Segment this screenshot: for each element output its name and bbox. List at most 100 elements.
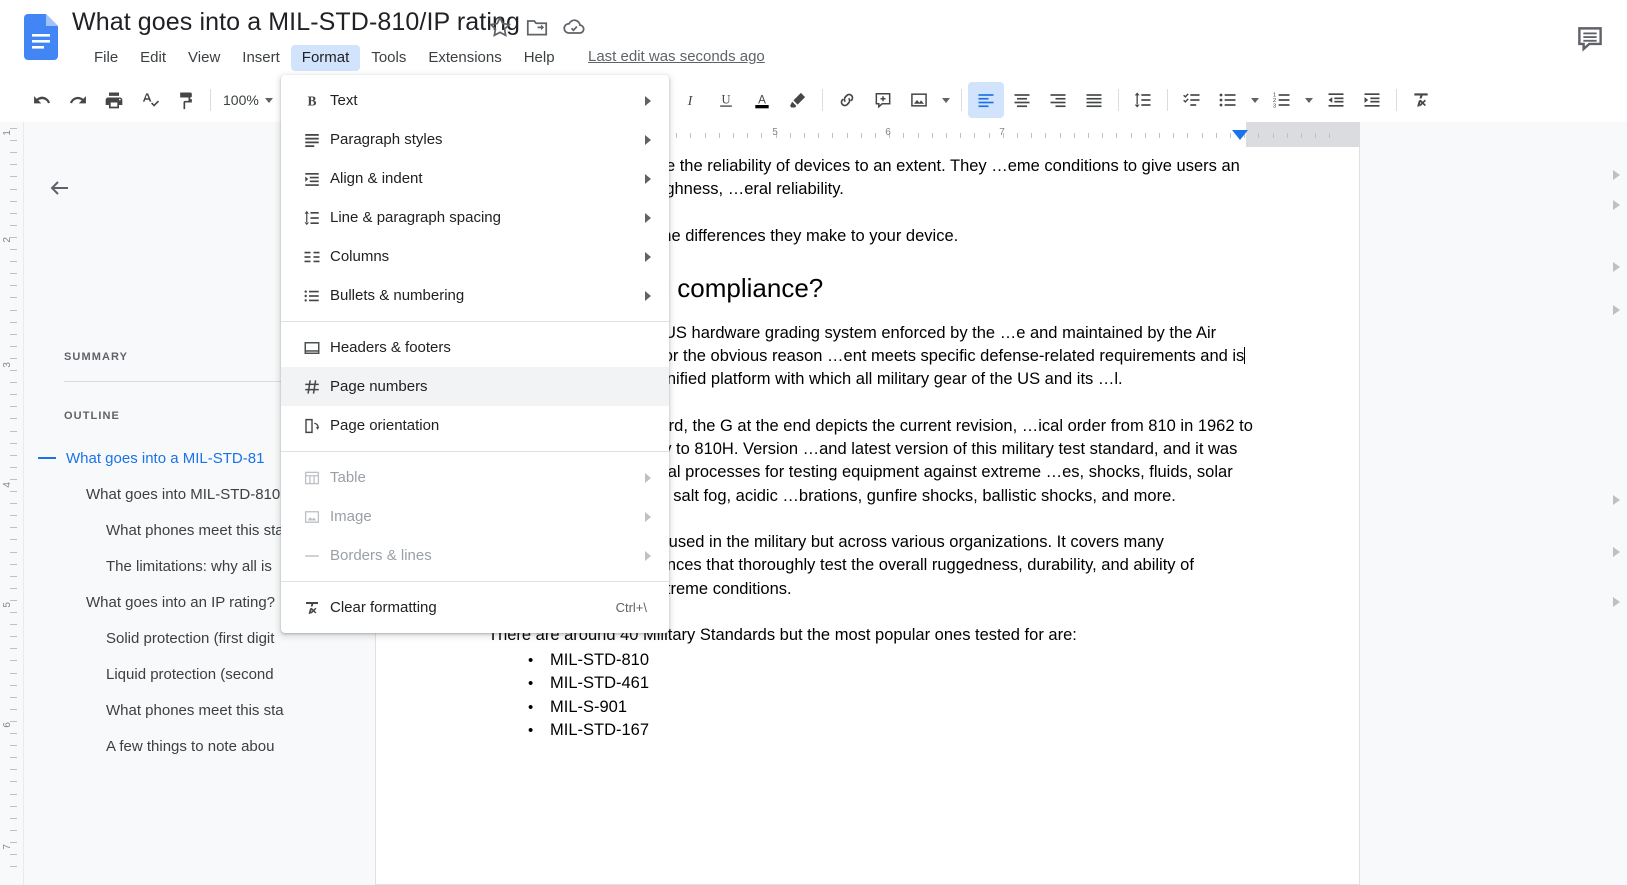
vruler-num-6: 6 [2,722,13,728]
outline-heading: OUTLINE [64,410,120,422]
checklist-button[interactable] [1174,82,1210,118]
menu-insert[interactable]: Insert [231,45,291,71]
comment-marker-icon[interactable] [1613,262,1620,272]
clear-formatting-icon [299,595,325,621]
insert-link-button[interactable] [829,82,865,118]
star-icon[interactable] [487,14,513,40]
menu-format[interactable]: Format [290,45,361,71]
line-spacing-icon [299,205,325,231]
borders-lines-icon [299,543,325,569]
menu-tools[interactable]: Tools [360,45,417,71]
outline-item-label: Liquid protection (second [106,665,274,683]
chevron-right-icon [645,550,651,561]
zoom-level-select[interactable]: 100% [217,85,279,115]
menu-edit[interactable]: Edit [129,45,177,71]
align-justify-button[interactable] [1076,82,1112,118]
toolbar-divider-3 [821,89,823,111]
page-numbers-icon [299,374,325,400]
comment-marker-icon[interactable] [1613,495,1620,505]
toolbar-divider [210,89,211,111]
add-comment-button[interactable] [865,82,901,118]
close-outline-icon[interactable] [42,170,78,206]
menu-item-text[interactable]: B Text [281,81,669,120]
zoom-level-value: 100% [223,92,259,108]
svg-text:B: B [307,93,316,108]
align-right-button[interactable] [1040,82,1076,118]
clear-formatting-button[interactable] [1403,82,1439,118]
menu-item-line-paragraph-spacing[interactable]: Line & paragraph spacing [281,198,669,237]
vruler-num-1: 1 [2,130,13,136]
last-edit-status[interactable]: Last edit was seconds ago [588,48,765,65]
cloud-saved-icon[interactable] [561,14,587,40]
chevron-right-icon [645,511,651,522]
comment-history-icon[interactable] [1573,22,1607,56]
underline-button[interactable]: U [708,82,744,118]
outline-item-8[interactable]: A few things to note abou [24,728,375,764]
bulleted-list-button[interactable] [1210,82,1246,118]
menu-item-borders-lines: Borders & lines [281,536,669,575]
numbered-list-dropdown-icon[interactable] [1300,82,1318,118]
toolbar-divider-5 [1117,89,1119,111]
menu-view[interactable]: View [177,45,231,71]
hruler-num-7: 7 [999,127,1005,138]
outline-item-7[interactable]: What phones meet this sta [24,692,375,728]
bullets-numbering-icon [299,283,325,309]
right-indent-marker[interactable] [1232,130,1248,140]
toolbar-divider-7 [1395,89,1397,111]
menu-extensions[interactable]: Extensions [417,45,512,71]
spellcheck-button[interactable] [132,82,168,118]
insert-image-dropdown-icon[interactable] [937,82,955,118]
menu-item-page-numbers[interactable]: Page numbers [281,367,669,406]
print-button[interactable] [96,82,132,118]
workspace: 1 2 3 4 5 6 7 SUMMARY OUTLINE What goes … [0,122,1627,885]
outline-item-6[interactable]: Liquid protection (second [24,656,375,692]
numbered-list-button[interactable]: 123 [1264,82,1300,118]
menu-bar: File Edit View Insert Format Tools Exten… [83,45,566,71]
comment-marker-icon[interactable] [1613,170,1620,180]
svg-text:3: 3 [1273,104,1276,110]
menu-item-align-indent[interactable]: Align & indent [281,159,669,198]
list-item: MIL-S-901 [488,696,1258,720]
image-icon [299,504,325,530]
comment-marker-icon[interactable] [1613,597,1620,607]
highlight-color-button[interactable] [780,82,816,118]
comment-marker-icon[interactable] [1613,547,1620,557]
format-menu-dropdown: B Text Paragraph styles Align & indent L… [281,75,669,633]
line-spacing-button[interactable] [1125,82,1161,118]
chevron-right-icon [645,95,651,106]
italic-button[interactable]: I [672,82,708,118]
menu-help[interactable]: Help [513,45,566,71]
outline-selected-marker [38,457,56,459]
redo-button[interactable] [60,82,96,118]
menu-item-page-orientation[interactable]: Page orientation [281,406,669,445]
list-item: MIL-STD-810 [488,649,1258,673]
insert-image-button[interactable] [901,82,937,118]
decrease-indent-button[interactable] [1318,82,1354,118]
chevron-right-icon [645,251,651,262]
paint-format-button[interactable] [168,82,204,118]
document-title[interactable]: What goes into a MIL-STD-810/IP rating [72,8,520,37]
text-color-button[interactable]: A [744,82,780,118]
align-left-button[interactable] [967,82,1004,118]
menu-item-headers-footers[interactable]: Headers & footers [281,328,669,367]
comment-marker-icon[interactable] [1613,200,1620,210]
svg-text:U: U [721,92,730,106]
bulleted-list-dropdown-icon[interactable] [1246,82,1264,118]
toolbar-divider-6 [1166,89,1168,111]
summary-heading: SUMMARY [64,351,129,363]
menu-item-clear-formatting[interactable]: Clear formatting Ctrl+\ [281,588,669,627]
increase-indent-button[interactable] [1354,82,1390,118]
align-center-button[interactable] [1004,82,1040,118]
ruler-right-margin [1246,122,1360,147]
undo-button[interactable] [24,82,60,118]
chevron-right-icon [645,212,651,223]
move-to-folder-icon[interactable] [524,14,550,40]
outline-item-label: What phones meet this sta [106,701,284,719]
menu-file[interactable]: File [83,45,129,71]
menu-item-columns[interactable]: Columns [281,237,669,276]
vertical-ruler[interactable]: 1 2 3 4 5 6 7 [0,122,24,885]
vruler-num-7: 7 [2,844,13,850]
comment-marker-icon[interactable] [1613,305,1620,315]
menu-item-paragraph-styles[interactable]: Paragraph styles [281,120,669,159]
menu-item-bullets-numbering[interactable]: Bullets & numbering [281,276,669,315]
